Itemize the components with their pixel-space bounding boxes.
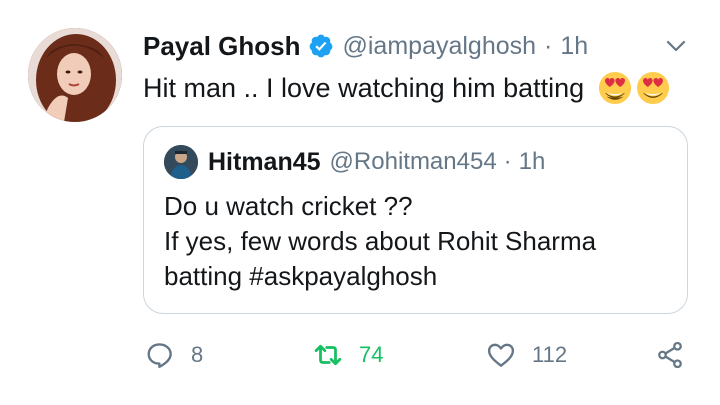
reply-button[interactable]: 8 (145, 335, 203, 375)
quoted-tweet-text: Do u watch cricket ?? If yes, few words … (164, 189, 674, 294)
author-avatar[interactable] (28, 28, 122, 122)
tweet-text-body: Hit man .. I love watching him batting (143, 73, 585, 103)
retweet-button[interactable]: 74 (313, 335, 383, 375)
tweet-header: Payal Ghosh @iampayalghosh · 1h (143, 28, 588, 64)
author-handle[interactable]: @iampayalghosh (343, 32, 537, 61)
heart-icon (487, 343, 515, 367)
tweet-text: Hit man .. I love watching him batting (143, 68, 670, 108)
quoted-author-avatar (164, 145, 198, 179)
quoted-author-name: Hitman45 (208, 147, 321, 176)
heart-eyes-emoji-icon (599, 71, 632, 105)
profile-photo (28, 28, 122, 122)
tweet-actions: 8 74 112 (143, 335, 698, 375)
profile-photo (164, 145, 198, 179)
quoted-tweet-timestamp: 1h (518, 148, 546, 175)
verified-badge-icon (309, 34, 332, 58)
like-button[interactable]: 112 (486, 335, 567, 375)
retweet-icon (314, 344, 342, 366)
quoted-text-line: batting #askpayalghosh (164, 261, 438, 291)
reply-count: 8 (191, 342, 204, 367)
tweet-timestamp[interactable]: 1h (560, 32, 588, 61)
quoted-author-handle: @Rohitman454 (329, 148, 497, 175)
tweet-card[interactable]: Payal Ghosh @iampayalghosh · 1h Hit man … (0, 0, 720, 405)
quoted-text-line: Do u watch cricket ?? (164, 191, 413, 221)
share-button[interactable] (655, 335, 685, 375)
quoted-tweet[interactable]: Hitman45 @Rohitman454 · 1h Do u watch cr… (143, 126, 688, 314)
author-name[interactable]: Payal Ghosh (143, 31, 301, 62)
quoted-tweet-header: Hitman45 @Rohitman454 · 1h (164, 144, 545, 180)
reply-icon (147, 343, 172, 369)
quoted-text-line: If yes, few words about Rohit Sharma (164, 226, 597, 256)
separator-dot: · (503, 148, 512, 175)
share-icon (658, 341, 682, 369)
separator-dot: · (544, 31, 553, 60)
chevron-down-icon[interactable] (664, 34, 688, 58)
retweet-count: 74 (359, 342, 384, 367)
like-count: 112 (532, 342, 568, 367)
heart-eyes-emoji-icon (637, 71, 670, 105)
